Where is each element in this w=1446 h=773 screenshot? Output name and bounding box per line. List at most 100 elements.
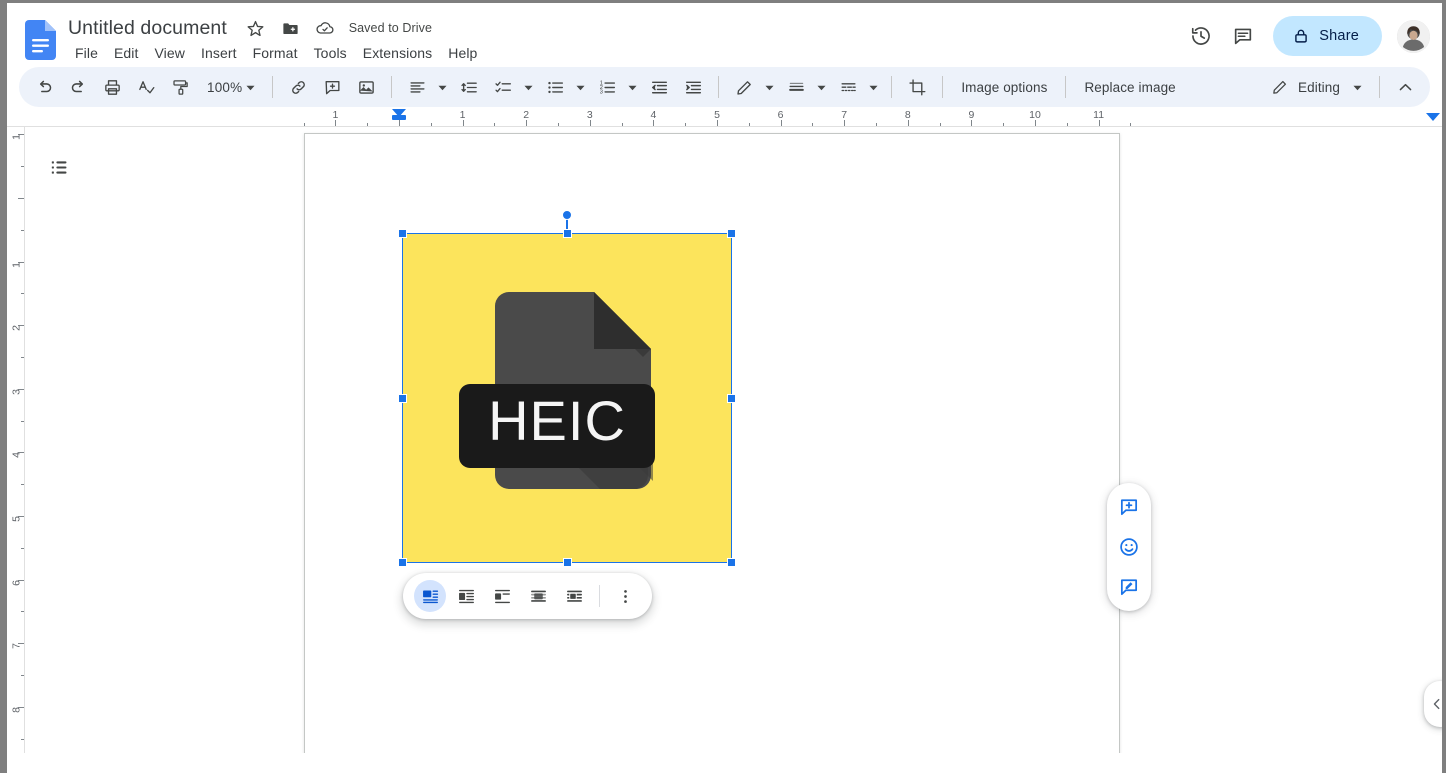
menu-tools[interactable]: Tools (306, 41, 355, 65)
chevron-down-icon[interactable] (865, 73, 881, 101)
ruler-number: 3 (587, 109, 593, 122)
left-margin-marker[interactable] (392, 115, 406, 120)
right-margin-marker[interactable] (1426, 113, 1440, 121)
document-title[interactable]: Untitled document (64, 14, 231, 42)
paint-format-icon[interactable] (166, 73, 194, 101)
printer-icon[interactable] (98, 73, 126, 101)
more-vertical-icon[interactable] (609, 580, 641, 612)
header-actions: Share (1181, 16, 1430, 56)
vertical-ruler-baseline (24, 127, 25, 753)
comment-history-icon[interactable] (1223, 16, 1263, 56)
menu-insert[interactable]: Insert (193, 41, 245, 65)
menu-view[interactable]: View (147, 41, 194, 65)
border-dash-icon[interactable] (834, 73, 862, 101)
resize-handle-middle-right[interactable] (727, 394, 736, 403)
increase-indent-icon[interactable] (679, 73, 707, 101)
replace-image-button[interactable]: Replace image (1074, 73, 1185, 101)
vertical-ruler-number: 1 (12, 134, 23, 140)
behind-text-button[interactable] (522, 580, 554, 612)
collapse-panel-button[interactable] (1424, 681, 1442, 727)
avatar[interactable] (1397, 20, 1430, 53)
vertical-ruler-tick (21, 230, 24, 231)
chevron-down-icon[interactable] (624, 73, 640, 101)
vertical-ruler-number: 6 (12, 580, 23, 586)
google-docs-app: Untitled document (7, 3, 1442, 773)
save-status-label[interactable]: Saved to Drive (349, 21, 432, 35)
chevron-down-icon[interactable] (434, 73, 450, 101)
resize-handle-bottom-right[interactable] (727, 558, 736, 567)
chevron-down-icon[interactable] (520, 73, 536, 101)
redo-icon[interactable] (64, 73, 92, 101)
resize-handle-bottom-left[interactable] (398, 558, 407, 567)
add-comment-icon[interactable] (318, 73, 346, 101)
menu-help[interactable]: Help (440, 41, 485, 65)
align-left-icon[interactable] (403, 73, 431, 101)
mode-group: Editing (1261, 67, 1422, 107)
document-page[interactable]: HEIC (304, 133, 1120, 753)
menu-extensions[interactable]: Extensions (355, 41, 440, 65)
wrap-inline-button[interactable] (414, 580, 446, 612)
line-spacing-icon[interactable] (455, 73, 483, 101)
share-label: Share (1319, 28, 1359, 44)
ruler-number: 1 (460, 109, 466, 122)
chevron-up-icon[interactable] (1391, 73, 1419, 101)
menu-file[interactable]: File (67, 41, 106, 65)
vertical-ruler-tick (21, 293, 24, 294)
chevron-down-icon (1349, 73, 1365, 101)
star-outline-icon[interactable] (246, 19, 265, 38)
spellcheck-icon[interactable] (132, 73, 160, 101)
editing-mode-button[interactable]: Editing (1261, 72, 1371, 102)
zoom-control[interactable]: 100% (199, 73, 262, 101)
menu-format[interactable]: Format (245, 41, 306, 65)
undo-icon[interactable] (30, 73, 58, 101)
image-options-button[interactable]: Image options (951, 73, 1057, 101)
resize-handle-top-right[interactable] (727, 229, 736, 238)
floating-action-pill (1107, 483, 1151, 611)
document-outline-icon[interactable] (39, 147, 79, 187)
bulleted-list-icon[interactable] (541, 73, 569, 101)
toolbar-divider (891, 76, 892, 98)
editing-mode-label: Editing (1298, 80, 1340, 95)
heic-file-image[interactable]: HEIC (403, 234, 731, 562)
menu-edit[interactable]: Edit (106, 41, 147, 65)
horizontal-ruler[interactable]: 11234567891011 (7, 109, 1442, 127)
decrease-indent-icon[interactable] (645, 73, 673, 101)
in-front-of-text-button[interactable] (558, 580, 590, 612)
vertical-ruler-tick (21, 675, 24, 676)
ruler-number: 11 (1093, 109, 1104, 122)
window-edge-right (1442, 0, 1446, 773)
chevron-down-icon[interactable] (572, 73, 588, 101)
border-weight-icon[interactable] (782, 73, 810, 101)
svg-text:3: 3 (600, 89, 603, 95)
image-icon[interactable] (352, 73, 380, 101)
horizontal-ruler-ticks: 11234567891011 (7, 109, 1442, 127)
chevron-down-icon[interactable] (813, 73, 829, 101)
chevron-down-icon[interactable] (761, 73, 777, 101)
break-text-button[interactable] (486, 580, 518, 612)
move-to-folder-icon[interactable] (281, 19, 300, 38)
resize-handle-top-center[interactable] (563, 229, 572, 238)
resize-handle-bottom-center[interactable] (563, 558, 572, 567)
ruler-number: 1 (332, 109, 338, 122)
vertical-ruler[interactable]: 112345678 (7, 127, 25, 753)
resize-handle-top-left[interactable] (398, 229, 407, 238)
rotate-handle[interactable] (562, 210, 572, 220)
suggest-edit-icon[interactable] (1111, 569, 1147, 605)
pencil-icon (1271, 78, 1289, 96)
docs-file-icon[interactable] (25, 20, 56, 60)
crop-icon[interactable] (903, 73, 931, 101)
vertical-ruler-tick (21, 484, 24, 485)
link-icon[interactable] (284, 73, 312, 101)
pencil-icon[interactable] (730, 73, 758, 101)
checklist-icon[interactable] (489, 73, 517, 101)
resize-handle-middle-left[interactable] (398, 394, 407, 403)
vertical-ruler-tick (21, 421, 24, 422)
share-button[interactable]: Share (1273, 16, 1382, 56)
vertical-ruler-tick (18, 198, 24, 199)
version-history-icon[interactable] (1181, 16, 1221, 56)
numbered-list-icon[interactable]: 1 2 3 (593, 73, 621, 101)
wrap-text-button[interactable] (450, 580, 482, 612)
add-comment-icon[interactable] (1111, 489, 1147, 525)
selected-image-frame[interactable]: HEIC (403, 234, 731, 562)
emoji-smile-icon[interactable] (1111, 529, 1147, 565)
